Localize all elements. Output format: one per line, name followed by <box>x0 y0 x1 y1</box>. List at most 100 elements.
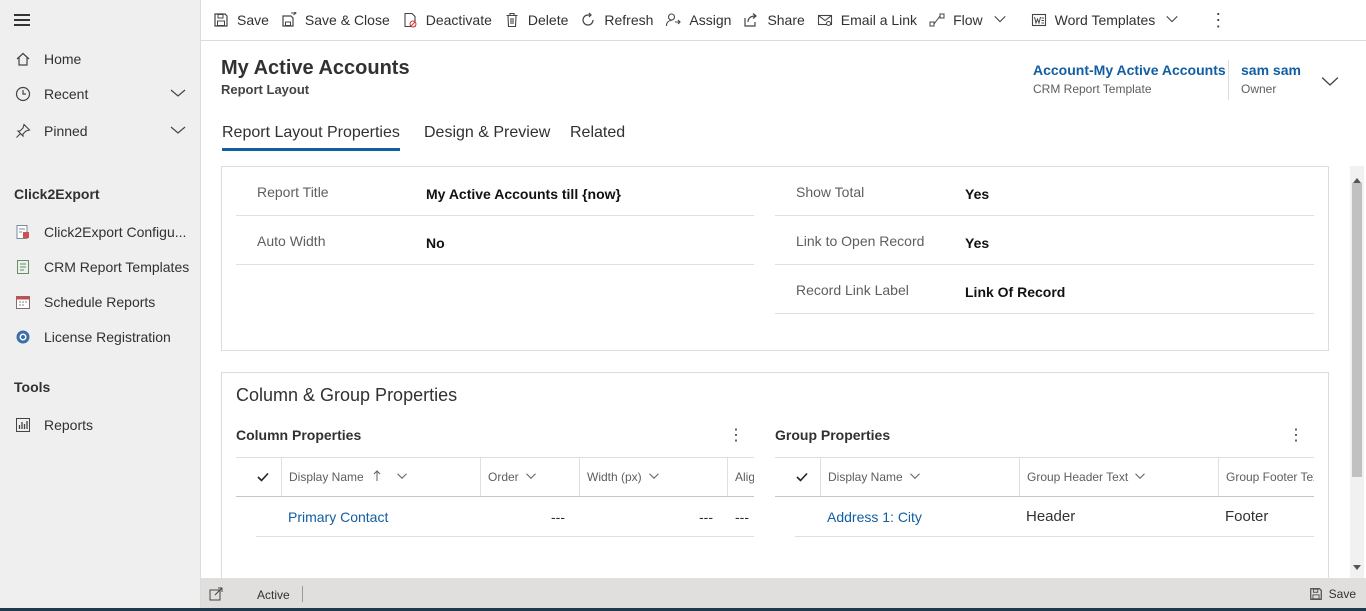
report-title-value[interactable]: My Active Accounts till {now} <box>426 186 621 202</box>
word-templates-label: Word Templates <box>1054 12 1156 28</box>
delete-button[interactable]: Delete <box>502 0 578 41</box>
section-title: Column & Group Properties <box>236 385 458 405</box>
column-header-label: Group Footer Tex <box>1226 470 1314 484</box>
select-all-checkbox[interactable] <box>236 458 276 496</box>
group-header-header-text[interactable]: Group Header Text <box>1019 458 1218 496</box>
deactivate-button[interactable]: Deactivate <box>400 0 502 41</box>
owner-link[interactable]: sam sam <box>1241 62 1301 78</box>
email-link-button[interactable]: Email a Link <box>815 0 927 41</box>
refresh-button[interactable]: Refresh <box>578 0 663 41</box>
deactivate-icon <box>402 12 418 28</box>
word-templates-button[interactable]: Word Templates <box>1029 0 1190 41</box>
sidebar-item-reports[interactable]: Reports <box>0 408 200 442</box>
sidebar-item-label: Click2Export Configu... <box>44 224 187 240</box>
show-total-value[interactable]: Yes <box>965 186 989 202</box>
record-link-label-value[interactable]: Link Of Record <box>965 284 1065 300</box>
statusbar-save-label: Save <box>1328 587 1356 601</box>
show-total-label: Show Total <box>796 184 865 200</box>
chevron-down-icon <box>1134 470 1146 485</box>
save-button[interactable]: Save <box>211 0 279 41</box>
column-header-width[interactable]: Width (px) <box>579 458 727 496</box>
scroll-down-icon[interactable] <box>1353 558 1361 574</box>
save-close-button[interactable]: Save & Close <box>279 0 400 41</box>
column-header-order[interactable]: Order <box>480 458 579 496</box>
save-label: Save <box>237 12 269 28</box>
chevron-down-icon <box>525 470 537 485</box>
record-link-label-field: Record Link Label Link Of Record <box>775 265 1314 314</box>
sidebar-item-crm-report-templates[interactable]: CRM Report Templates <box>0 250 200 284</box>
table-row[interactable]: Address 1: City Header Footer <box>795 497 1314 537</box>
save-close-label: Save & Close <box>304 12 390 28</box>
column-header-label: Alig <box>735 470 754 484</box>
select-all-checkbox[interactable] <box>775 458 815 496</box>
chevron-down-icon[interactable] <box>170 122 186 141</box>
sidebar-item-label: Reports <box>44 417 94 433</box>
group-header-footer-text[interactable]: Group Footer Tex <box>1218 458 1314 496</box>
header-divider <box>1228 60 1229 100</box>
scrollbar-thumb[interactable] <box>1352 183 1362 477</box>
share-button[interactable]: Share <box>741 0 814 41</box>
group-properties-title: Group Properties <box>775 427 891 443</box>
sidebar-item-label: Pinned <box>44 123 88 139</box>
sidebar-item-home[interactable]: Home <box>0 42 200 76</box>
flow-label: Flow <box>953 12 983 28</box>
owner-label: Owner <box>1241 82 1277 96</box>
sidebar-item-recent[interactable]: Recent <box>0 77 200 111</box>
tab-design-preview[interactable]: Design & Preview <box>424 124 550 148</box>
assign-icon <box>665 12 682 28</box>
config-icon <box>14 223 32 241</box>
group-city-link[interactable]: Address 1: City <box>827 497 922 536</box>
assign-button[interactable]: Assign <box>663 0 741 41</box>
sidebar-item-label: License Registration <box>44 329 171 345</box>
email-link-icon <box>817 12 833 28</box>
sidebar-item-license-registration[interactable]: License Registration <box>0 320 200 354</box>
share-icon <box>743 12 759 28</box>
share-label: Share <box>767 12 805 28</box>
align-cell: --- <box>735 508 749 525</box>
hamburger-menu-icon[interactable] <box>14 14 30 26</box>
column-header-label: Order <box>488 470 519 484</box>
header-field-owner: sam sam Owner <box>1241 62 1301 96</box>
column-grid-header: Display Name Order Width (px) Alig <box>236 457 754 497</box>
column-group-section: Column & Group Properties Column Propert… <box>221 372 1329 582</box>
table-row[interactable]: Primary Contact --- --- --- <box>256 497 754 537</box>
header-expand-chevron-icon[interactable] <box>1321 72 1339 93</box>
status-bar: Active Save <box>201 578 1366 611</box>
deactivate-label: Deactivate <box>425 12 492 28</box>
refresh-icon <box>580 12 596 28</box>
auto-width-value[interactable]: No <box>426 235 445 251</box>
link-open-record-value[interactable]: Yes <box>965 235 989 251</box>
group-header-display-name[interactable]: Display Name <box>820 458 1019 496</box>
save-icon <box>1309 587 1323 601</box>
chevron-down-icon[interactable] <box>993 12 1007 29</box>
main-scrollbar[interactable] <box>1350 166 1364 578</box>
primary-contact-link[interactable]: Primary Contact <box>288 497 388 536</box>
tab-related[interactable]: Related <box>570 124 625 148</box>
sidebar-item-pinned[interactable]: Pinned <box>0 114 200 148</box>
chevron-down-icon[interactable] <box>1165 12 1179 29</box>
calendar-icon <box>14 293 32 311</box>
chevron-down-icon[interactable] <box>170 85 186 104</box>
refresh-label: Refresh <box>604 12 654 28</box>
header-template-link[interactable]: Account-My Active Accounts <box>1033 62 1226 78</box>
column-header-align[interactable]: Alig <box>727 458 754 496</box>
auto-width-label: Auto Width <box>257 233 326 249</box>
report-title-label: Report Title <box>257 184 329 200</box>
chevron-down-icon <box>909 470 921 485</box>
open-in-new-window-icon[interactable] <box>209 587 223 604</box>
tab-report-layout-properties[interactable]: Report Layout Properties <box>222 124 400 151</box>
sidebar-item-label: Schedule Reports <box>44 294 156 310</box>
sidebar-item-schedule-reports[interactable]: Schedule Reports <box>0 285 200 319</box>
column-grid-more-icon[interactable]: ⋮ <box>728 425 744 445</box>
group-grid-more-icon[interactable]: ⋮ <box>1288 425 1304 445</box>
column-header-display-name[interactable]: Display Name <box>281 458 480 496</box>
link-open-record-label: Link to Open Record <box>796 233 925 249</box>
order-cell: --- <box>551 508 565 525</box>
clock-icon <box>14 85 32 103</box>
column-header-label: Group Header Text <box>1027 470 1129 484</box>
flow-button[interactable]: Flow <box>927 0 1017 41</box>
more-commands-button[interactable]: ⋮ <box>1207 0 1237 41</box>
statusbar-save-button[interactable]: Save <box>1309 587 1356 601</box>
sidebar-item-click2export-config[interactable]: Click2Export Configu... <box>0 215 200 249</box>
sidebar: Home Recent Pinned Click2Export Click2Ex… <box>0 0 201 611</box>
